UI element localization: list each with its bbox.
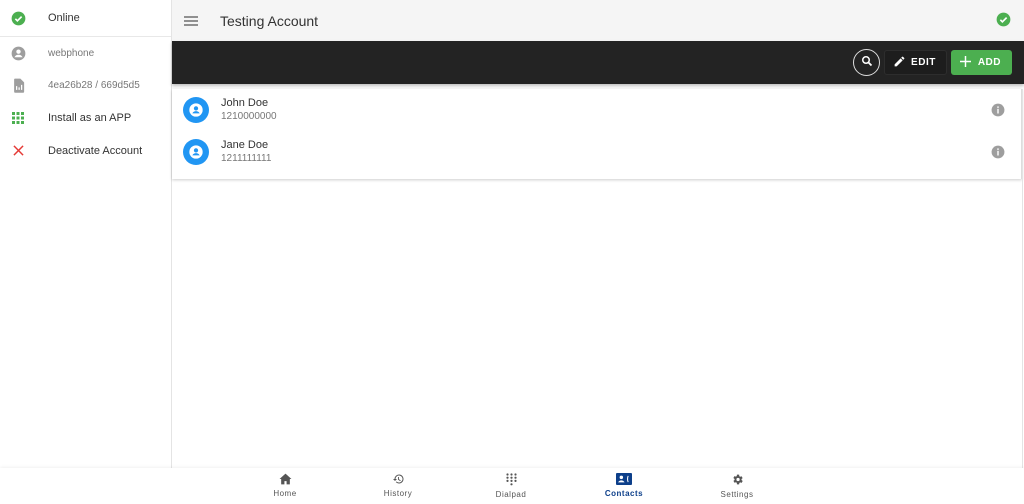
avatar-icon [183,97,209,123]
contact-row[interactable]: Jane Doe 1211111111 [172,131,1021,173]
sidebar-item-online[interactable]: Online [0,0,171,37]
gear-icon [731,473,744,488]
nav-settings[interactable]: Settings [692,473,782,499]
contact-phone: 1211111111 [221,153,272,164]
dialpad-icon [505,473,517,488]
contact-name: John Doe [221,97,269,109]
info-icon[interactable] [991,103,1005,122]
search-button[interactable] [853,49,881,76]
nav-dialpad[interactable]: Dialpad [466,473,556,499]
nav-label: Contacts [604,489,644,498]
sidebar-item-label: webphone [48,47,95,59]
edit-button[interactable]: EDIT [884,50,947,75]
nav-label: Settings [720,490,754,499]
sidebar-item-sim: 4ea26b28 / 669d5d5 [0,70,171,103]
nav-label: Dialpad [495,490,527,499]
app-header: Testing Account [172,0,1024,41]
bottom-nav: Home History Dialpad Contacts Settings [0,468,1024,504]
contact-row[interactable]: John Doe 1210000000 [172,89,1021,131]
account-circle-icon [0,46,36,61]
check-circle-icon [0,11,36,26]
sidebar-item-label: Install as an APP [48,112,132,125]
sidebar: Online webphone 4ea26b28 / 669d5d5 Insta… [0,0,172,468]
sidebar-item-deactivate[interactable]: Deactivate Account [0,135,171,168]
add-label: ADD [977,57,1001,68]
check-circle-icon [996,12,1011,32]
content-border [1022,89,1023,468]
contact-list: John Doe 1210000000 Jane Doe 1211111111 [172,89,1022,179]
nav-label: Home [273,489,297,498]
apps-grid-icon [0,112,36,125]
avatar-icon [183,139,209,165]
sidebar-item-label: Online [48,12,80,24]
search-icon [861,54,873,72]
page-title: Testing Account [220,12,319,29]
home-icon [279,473,292,487]
hamburger-icon[interactable] [172,15,210,26]
pencil-icon [893,55,911,71]
close-icon [0,145,36,156]
add-contact-button[interactable]: ADD [950,50,1012,75]
contacts-toolbar: EDIT ADD [172,41,1024,84]
contact-name: Jane Doe [221,139,269,151]
sidebar-item-install-app[interactable]: Install as an APP [0,102,171,135]
contact-phone: 1210000000 [221,111,277,122]
contacts-icon [616,473,632,487]
nav-history[interactable]: History [353,473,443,498]
nav-label: History [383,489,413,498]
history-icon [392,473,405,487]
plus-icon [959,55,978,70]
edit-label: EDIT [911,57,936,68]
sidebar-item-label: 4ea26b28 / 669d5d5 [48,80,140,92]
nav-home[interactable]: Home [240,473,330,498]
nav-contacts[interactable]: Contacts [579,473,669,498]
sidebar-item-label: Deactivate Account [48,144,143,157]
sidebar-item-user: webphone [0,37,171,70]
sim-card-icon [0,78,36,93]
info-icon[interactable] [991,145,1005,164]
